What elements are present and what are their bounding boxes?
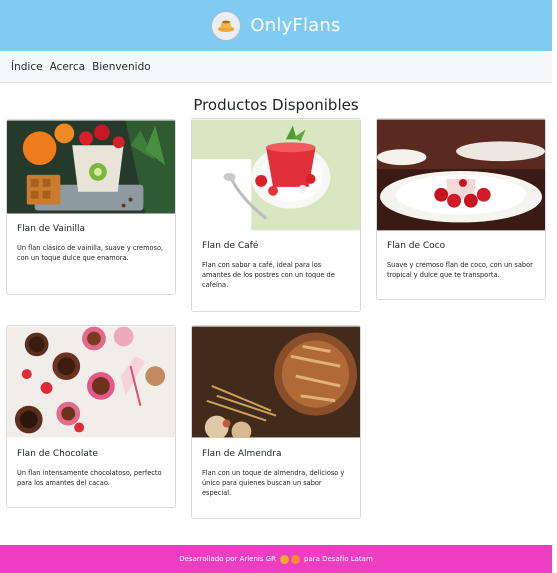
nav-link-bienvenido[interactable]: Bienvenido [92, 61, 151, 73]
product-card-vainilla[interactable]: Flan de Vainilla Un flan clásico de vain… [6, 119, 176, 295]
footer-text-end: para Desafío Latam [304, 555, 373, 563]
product-card-cafe[interactable]: Flan de Café Flan con sabor a café, idea… [191, 118, 361, 312]
product-name: Flan de Almendra [202, 449, 282, 459]
nav-link-indice[interactable]: Índice [11, 61, 43, 73]
product-image-vainilla [7, 120, 175, 214]
product-name: Flan de Vainilla [17, 224, 86, 234]
site-brand[interactable]: OnlyFlans [250, 15, 340, 36]
footer-text-start: Desarrollado por Arlenis GR [179, 555, 277, 563]
product-description: Suave y cremoso flan de coco, con un sab… [387, 261, 533, 280]
flan-logo-icon[interactable] [211, 10, 242, 41]
product-card-chocolate[interactable]: Flan de Chocolate Un flan intensamente c… [6, 325, 176, 508]
nav-link-acerca[interactable]: Acerca [50, 61, 86, 73]
flan-emoji-icon [279, 554, 301, 564]
page-title: Productos Disponibles [193, 96, 359, 114]
site-footer: Desarrollado por Arlenis GR para Desafío… [0, 545, 552, 573]
product-card-almendra[interactable]: Flan de Almendra Flan con un toque de al… [191, 325, 361, 519]
navbar: Índice Acerca Bienvenido [0, 51, 552, 83]
product-card-coco[interactable]: Flan de Coco Suave y cremoso flan de coc… [376, 118, 546, 300]
product-description: Un flan clásico de vainilla, suave y cre… [17, 244, 164, 263]
product-image-coco [377, 119, 545, 231]
product-description: Flan con un toque de almendra, delicioso… [202, 469, 345, 498]
site-header: OnlyFlans [0, 0, 552, 51]
product-image-almendra [192, 326, 360, 442]
product-name: Flan de Coco [387, 241, 446, 251]
product-description: Un flan intensamente chocolatoso, perfec… [17, 469, 162, 488]
product-name: Flan de Chocolate [17, 449, 98, 459]
product-image-cafe [192, 119, 360, 231]
product-image-chocolate [7, 326, 175, 438]
product-description: Flan con sabor a café, ideal para los am… [202, 261, 335, 290]
product-name: Flan de Café [202, 241, 259, 251]
